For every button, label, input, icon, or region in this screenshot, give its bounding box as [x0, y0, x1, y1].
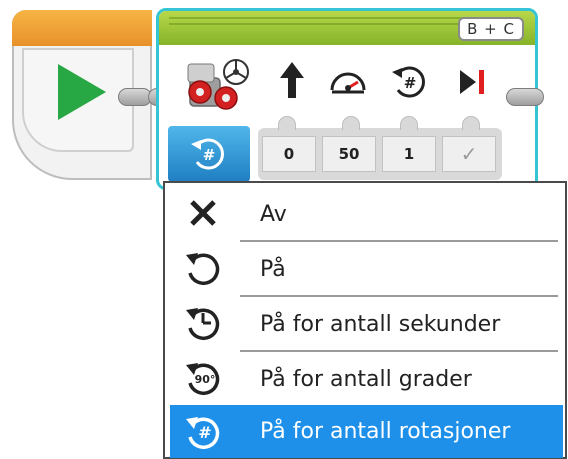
svg-text:#: # [198, 423, 211, 442]
mode-selector-button[interactable]: # [168, 126, 250, 182]
menu-label-off: Av [260, 202, 287, 227]
timer-icon [186, 308, 220, 341]
start-output-connector [118, 88, 152, 106]
power-gauge-icon [330, 72, 366, 94]
rotations-icon: # [392, 66, 425, 98]
svg-text:#: # [404, 74, 417, 92]
menu-label-on: På [260, 257, 286, 282]
param-knob [462, 116, 480, 130]
svg-text:#: # [203, 146, 216, 164]
play-icon[interactable] [58, 64, 106, 120]
motor-output-connector [506, 88, 544, 106]
param-knob [400, 116, 418, 130]
brake-at-end-icon [460, 70, 484, 94]
rotations-mode-icon: # [191, 138, 224, 170]
menu-item-on-for-rotations[interactable]: # På for antall rotasjoner [170, 405, 563, 458]
power-value[interactable]: 50 [322, 136, 376, 172]
steering-arrow-icon [280, 62, 304, 98]
menu-label-on-for-degrees: På for antall grader [260, 367, 472, 392]
brake-value[interactable]: ✓ [442, 136, 496, 172]
rotations-icon: # [186, 417, 220, 450]
param-knob [342, 116, 360, 130]
start-block-header [12, 10, 152, 46]
menu-item-on[interactable] [170, 242, 563, 295]
tank-motor-icon [187, 59, 249, 110]
param-knob [278, 116, 296, 130]
close-icon [190, 200, 216, 226]
rotate-on-icon [186, 253, 220, 286]
steering-value[interactable]: 0 [262, 136, 316, 172]
menu-label-on-for-rotations: På for antall rotasjoner [260, 419, 511, 444]
menu-label-on-for-seconds: På for antall sekunder [260, 312, 501, 337]
menu-item-off[interactable] [170, 187, 563, 240]
svg-text:90°: 90° [195, 373, 216, 386]
degrees-icon: 90° [186, 363, 220, 396]
port-selector[interactable]: B + C [458, 17, 524, 41]
rotations-value[interactable]: 1 [382, 136, 436, 172]
